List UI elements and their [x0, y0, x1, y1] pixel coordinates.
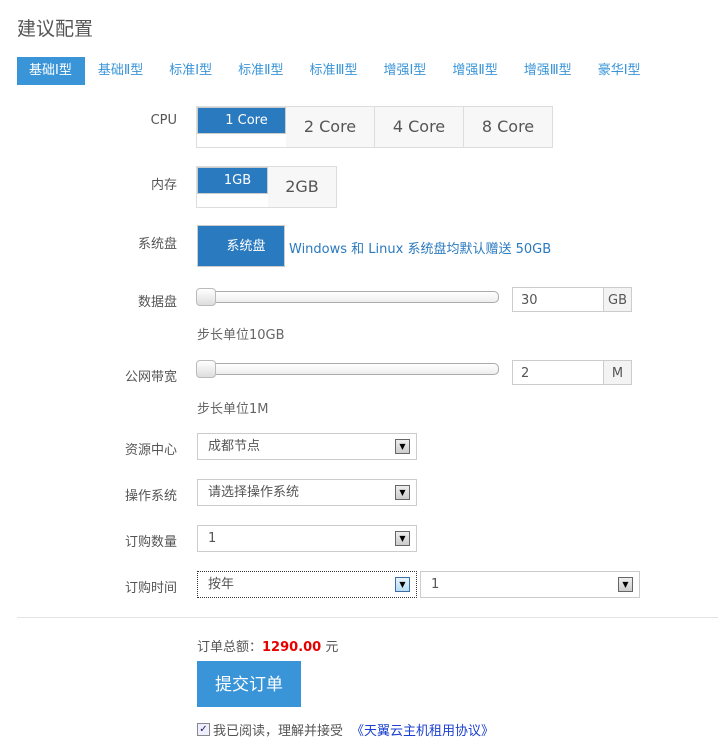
bandwidth-label: 公网带宽	[124, 370, 177, 385]
duration-label: 订购时间	[124, 581, 177, 596]
cpu-option-1[interactable]: 1 Core	[197, 107, 286, 134]
duration-count-value: 1	[431, 577, 440, 592]
agreement-text: 我已阅读，理解并接受	[213, 724, 344, 739]
os-label: 操作系统	[124, 489, 177, 504]
os-select[interactable]: 请选择操作系统 ▼	[197, 479, 417, 506]
tab-enhanced-1[interactable]: 增强Ⅰ型	[371, 57, 439, 85]
quantity-value: 1	[208, 531, 217, 546]
quantity-label: 订购数量	[124, 535, 177, 550]
order-total-label: 订单总额：	[197, 640, 263, 655]
divider	[17, 617, 718, 618]
system-disk-button[interactable]: 系统盘	[197, 225, 285, 267]
data-disk-label: 数据盘	[137, 295, 177, 310]
order-total-amount: 1290.00	[262, 640, 322, 655]
resource-center-value: 成都节点	[208, 439, 261, 454]
data-disk-slider-handle[interactable]	[196, 288, 216, 306]
agreement-checkbox[interactable]: ✓	[197, 723, 210, 736]
tab-basic-1[interactable]: 基础Ⅰ型	[17, 57, 85, 85]
agreement-row: ✓ 我已阅读，理解并接受 《天翼云主机租用协议》	[197, 720, 494, 739]
tab-standard-2[interactable]: 标准Ⅱ型	[226, 57, 296, 85]
data-disk-input[interactable]: 30	[512, 287, 604, 312]
duration-unit-select[interactable]: 按年 ▼	[197, 571, 417, 598]
cpu-options: 1 Core 2 Core 4 Core 8 Core	[196, 106, 553, 148]
resource-center-label: 资源中心	[124, 443, 177, 458]
agreement-link[interactable]: 《天翼云主机租用协议》	[351, 720, 494, 739]
cpu-option-2[interactable]: 2 Core	[286, 107, 375, 147]
tab-basic-2[interactable]: 基础Ⅱ型	[86, 57, 156, 85]
tab-luxury-1[interactable]: 豪华Ⅰ型	[586, 57, 654, 85]
data-disk-hint: 步长单位10GB	[197, 328, 285, 343]
data-disk-unit: GB	[604, 287, 632, 312]
duration-unit-value: 按年	[208, 577, 235, 592]
bandwidth-slider-handle[interactable]	[196, 360, 216, 378]
resource-center-select[interactable]: 成都节点 ▼	[197, 433, 417, 460]
memory-label: 内存	[150, 178, 177, 193]
memory-options: 1GB 2GB	[196, 166, 337, 208]
bandwidth-hint: 步长单位1M	[197, 402, 269, 417]
dropdown-arrow-icon: ▼	[395, 485, 410, 500]
os-value: 请选择操作系统	[208, 485, 300, 500]
order-total: 订单总额：1290.00 元	[197, 636, 338, 655]
system-disk-label: 系统盘	[137, 237, 177, 252]
data-disk-slider[interactable]	[196, 288, 499, 306]
page-title: 建议配置	[17, 18, 94, 40]
dropdown-arrow-icon: ▼	[618, 577, 633, 592]
quantity-select[interactable]: 1 ▼	[197, 525, 417, 552]
dropdown-arrow-icon: ▼	[395, 531, 410, 546]
cpu-option-4[interactable]: 4 Core	[375, 107, 464, 147]
order-total-currency: 元	[325, 640, 339, 655]
duration-count-select[interactable]: 1 ▼	[420, 571, 640, 598]
memory-option-2gb[interactable]: 2GB	[268, 167, 336, 207]
bandwidth-slider[interactable]	[196, 360, 499, 378]
bandwidth-input[interactable]: 2	[512, 360, 604, 385]
tab-enhanced-2[interactable]: 增强Ⅱ型	[440, 57, 510, 85]
bandwidth-unit: M	[604, 360, 632, 385]
dropdown-arrow-icon: ▼	[395, 577, 410, 592]
dropdown-arrow-icon: ▼	[395, 439, 410, 454]
system-disk-note: Windows 和 Linux 系统盘均默认赠送 50GB	[289, 242, 552, 257]
tab-enhanced-3[interactable]: 增强Ⅲ型	[512, 57, 585, 85]
plan-tabs: 基础Ⅰ型 基础Ⅱ型 标准Ⅰ型 标准Ⅱ型 标准Ⅲ型 增强Ⅰ型 增强Ⅱ型 增强Ⅲ型 …	[17, 57, 655, 85]
memory-option-1gb[interactable]: 1GB	[197, 167, 268, 194]
submit-order-button[interactable]: 提交订单	[197, 661, 301, 707]
cpu-label: CPU	[150, 113, 177, 128]
tab-standard-3[interactable]: 标准Ⅲ型	[298, 57, 371, 85]
tab-standard-1[interactable]: 标准Ⅰ型	[157, 57, 225, 85]
cpu-option-8[interactable]: 8 Core	[464, 107, 552, 147]
